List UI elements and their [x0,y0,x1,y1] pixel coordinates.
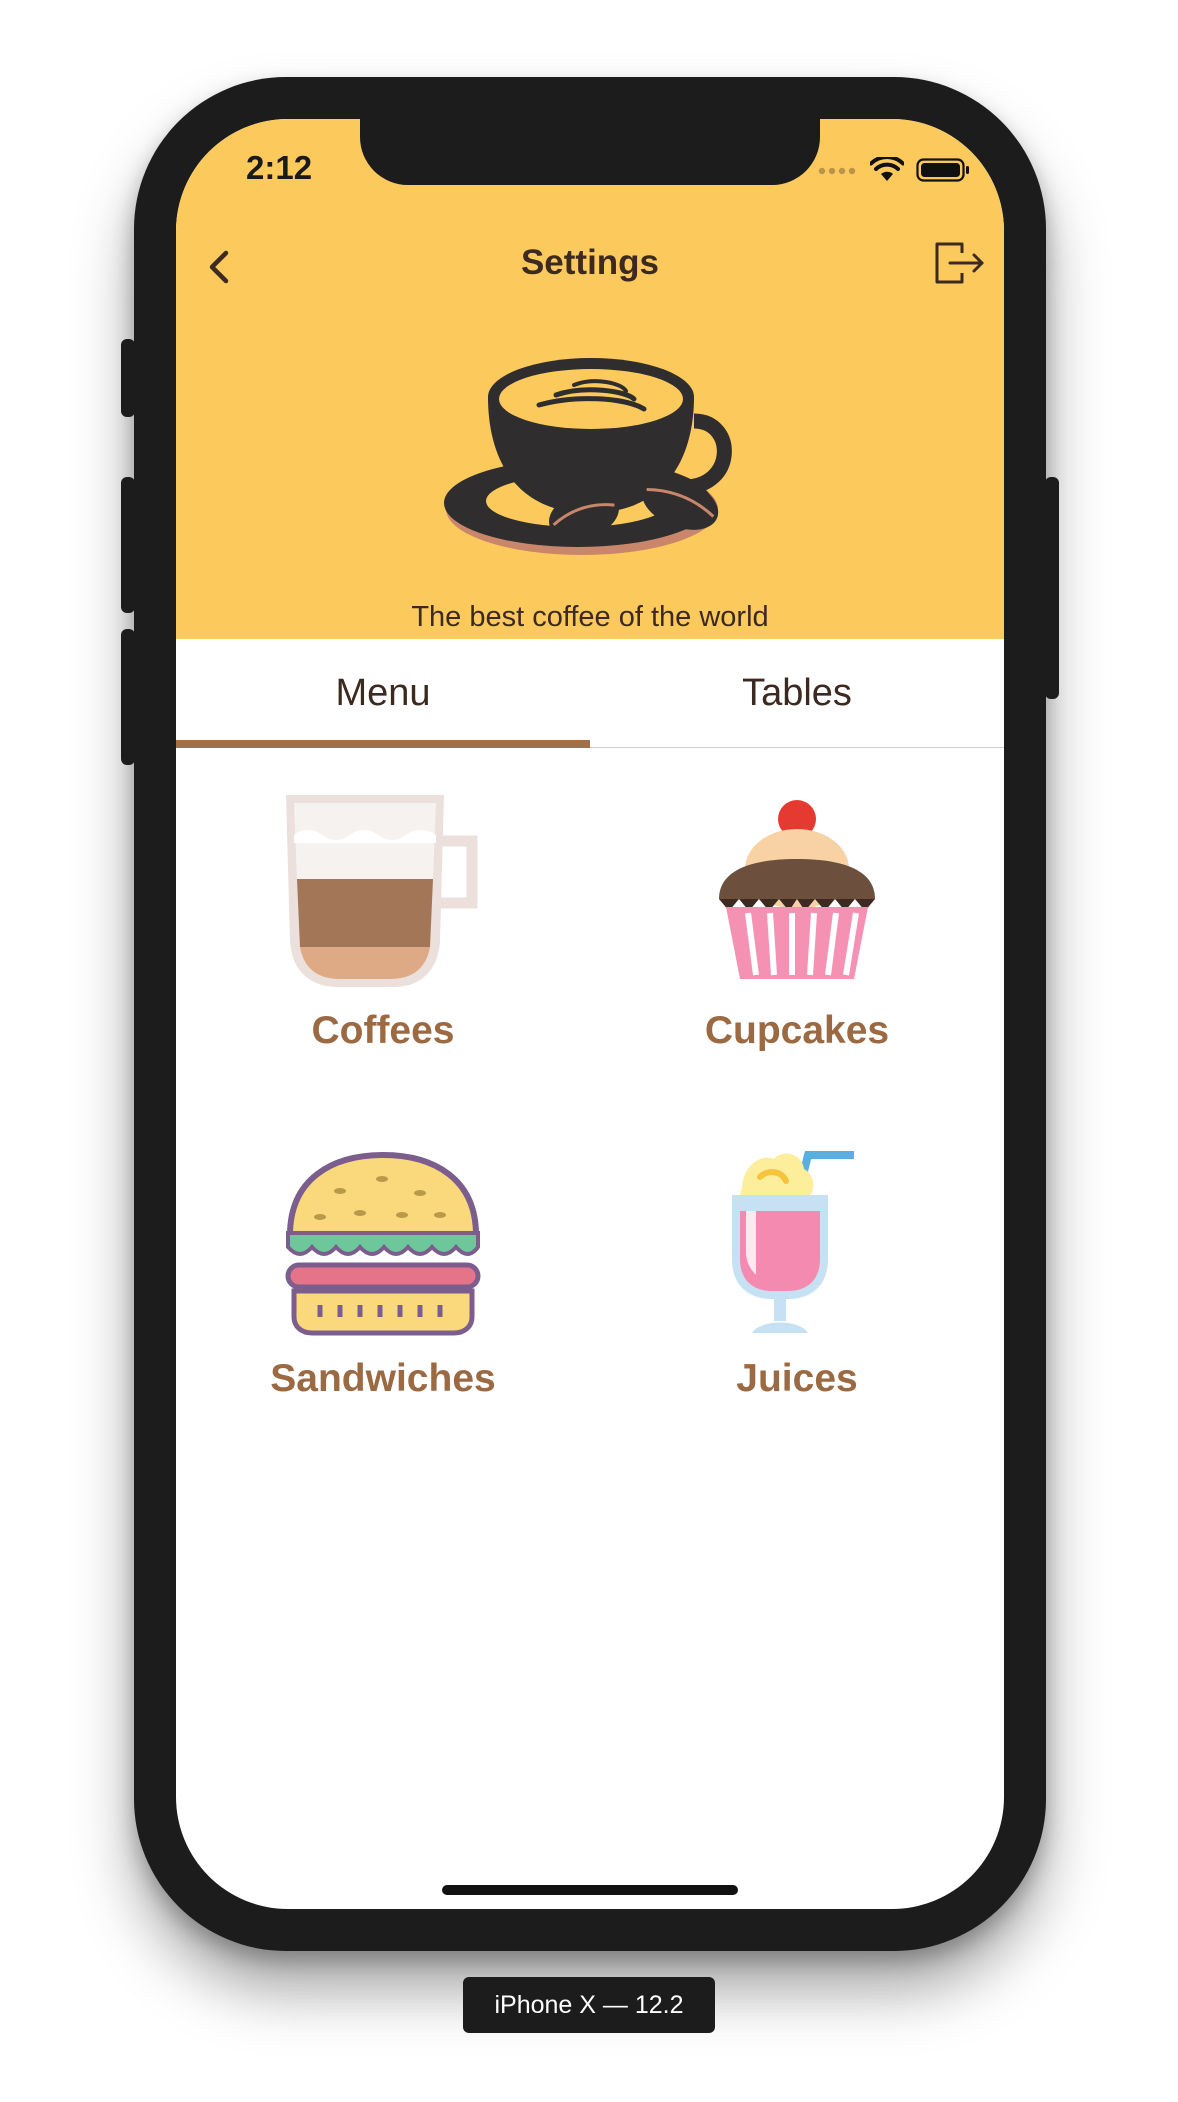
category-juices[interactable]: Juices [590,1149,1004,1401]
tab-menu[interactable]: Menu [176,639,590,747]
screen: 2:12 Settings The best coffee of the wor… [176,119,1004,1909]
category-coffees[interactable]: Coffees [176,791,590,1053]
status-time: 2:12 [246,149,313,186]
page-title: Settings [520,243,660,282]
battery-icon [916,158,969,182]
category-label: Sandwiches [270,1357,496,1400]
latte-glass-icon [286,795,478,987]
side-button-silent [121,339,135,417]
side-button-volume-up [121,477,135,613]
wifi-icon [870,157,904,181]
category-cupcakes[interactable]: Cupcakes [590,791,1004,1053]
tab-bar: Menu Tables [176,639,1004,748]
tab-selection-indicator [176,740,590,748]
side-button-volume-down [121,629,135,765]
milkshake-icon [732,1151,854,1333]
tagline: The best coffee of the world [411,601,769,633]
home-indicator[interactable] [442,1885,738,1895]
category-label: Juices [736,1357,858,1400]
category-label: Coffees [311,1009,455,1052]
tab-tables[interactable]: Tables [590,639,1004,747]
logout-icon [935,242,984,284]
category-sandwiches[interactable]: Sandwiches [176,1149,590,1401]
header: 2:12 Settings The best coffee of the wor… [176,119,1004,639]
phone-frame: 2:12 Settings The best coffee of the wor… [121,77,1059,1951]
burger-icon [285,1151,481,1336]
category-label: Cupcakes [704,1009,890,1052]
side-button-power [1045,477,1059,699]
logout-button[interactable] [928,233,988,293]
coffee-cup-logo [444,337,744,567]
device-label: iPhone X — 12.2 [463,1977,715,2033]
status-icons [818,157,970,183]
cupcake-icon [719,800,875,979]
signal-icon [818,167,856,175]
notch [360,119,820,185]
